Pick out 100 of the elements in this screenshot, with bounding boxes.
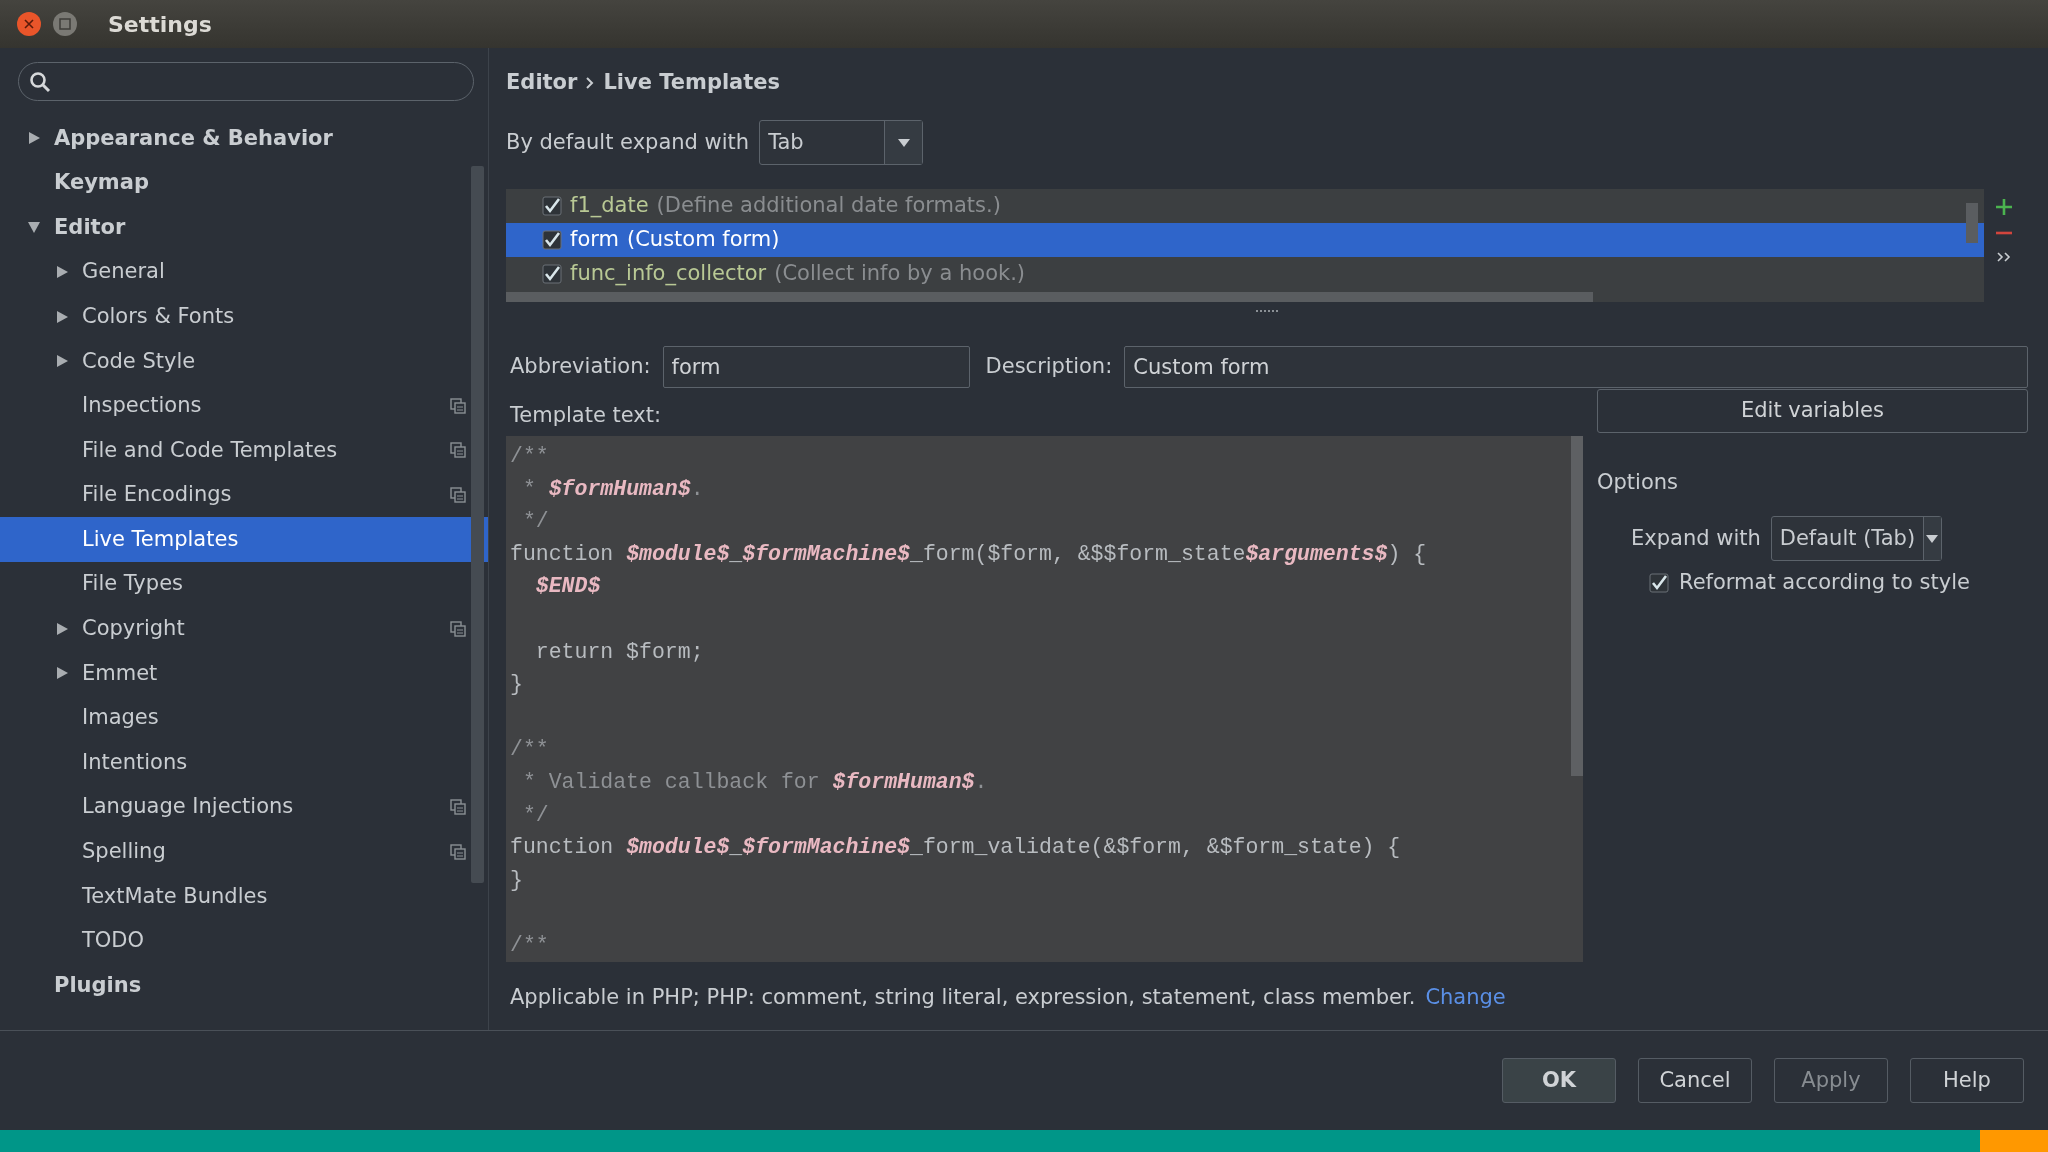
edit-variables-button[interactable]: Edit variables [1597,388,2028,433]
code-line: * Validate callback for $formHuman$. [521,768,989,796]
tree-label: Inspections [82,392,202,420]
checkbox[interactable] [1649,573,1669,593]
expand-dropdown[interactable]: Default (Tab) [1770,516,1942,562]
tree-label: Images [82,704,159,732]
dialog-button[interactable]: Help [1910,1058,2024,1103]
code-line: */ [521,508,550,536]
tree-item[interactable]: Inspections [0,383,488,429]
code-line: $END$ [534,573,602,601]
tree-label: Colors & Fonts [82,302,235,330]
search-icon [29,70,51,93]
tree-item[interactable]: File and Code Templates [0,428,488,473]
collapse-arrow-icon[interactable] [27,220,41,235]
applicable-text: Applicable in PHP; PHP: comment, string literal, expression, statement, class member. [510,984,1416,1011]
scrollbar[interactable] [471,166,484,883]
breadcrumb-item: Live Templates [603,69,781,97]
tree-label: TODO [82,927,145,955]
tree-item[interactable]: Copyright [0,606,488,652]
checkbox[interactable] [542,230,562,250]
expand-arrow-icon[interactable] [55,666,69,681]
caret-icon [896,137,911,148]
tree-label: TextMate Bundles [82,882,268,910]
field-label: By default expand with [506,128,750,156]
caret-icon [1925,533,1940,544]
field-label: Abbreviation: [510,353,651,381]
tree-label: File Encodings [82,481,232,509]
tree-item[interactable]: Live Templates [0,517,488,562]
tree-label: Intentions [82,748,188,776]
tree-label: Copyright [82,615,185,643]
code-line: * $formHuman$. [521,475,705,503]
dialog-button[interactable]: OK [1502,1058,1616,1103]
tree-item[interactable]: Spelling [0,829,488,875]
checkbox[interactable] [542,264,562,284]
section-title: Options [1597,468,1680,496]
tree-label: Live Templates [82,525,239,553]
expand-arrow-icon[interactable] [55,621,69,636]
template-row[interactable]: form (Custom form) [506,223,1984,257]
code-line: function $module$_$formMachine$_form($form, &$$form_state$arguments$) { [510,540,1428,568]
expand-arrow-icon[interactable] [55,354,69,369]
breadcrumb-item: Editor [506,69,578,97]
field-label: Description: [985,353,1113,381]
checkbox[interactable] [542,196,562,216]
code-line: */ [521,801,550,829]
tree-item[interactable]: TextMate Bundles [0,874,488,919]
tree-item[interactable]: Emmet [0,651,488,696]
abbreviation-field[interactable]: form [662,346,970,388]
tree-item[interactable]: Plugins [0,963,488,1008]
tree-label: Plugins [54,971,142,999]
window-title: Settings [108,10,212,39]
code-line: function $module$_$formMachine$_form_validate(&$form, &$form_state) { [510,834,1402,862]
tree-item[interactable]: Appearance & Behavior [0,116,488,161]
splitter-handle[interactable] [1255,308,1279,314]
code-editor[interactable] [506,436,1583,962]
code-line: } [510,866,524,894]
corner-block [1980,1130,2048,1152]
chevron-icon [585,75,596,91]
tree-label: Code Style [82,347,196,375]
tree-item[interactable]: Intentions [0,740,488,785]
expand-arrow-icon[interactable] [55,265,69,280]
scrollbar[interactable] [1571,436,1583,776]
change-link[interactable]: Change [1425,982,1506,1014]
expand-arrow-icon[interactable] [27,131,41,146]
code-line: return $form; [534,638,705,666]
tree-item[interactable]: Editor [0,205,488,250]
tree-item[interactable]: File Types [0,561,488,607]
tree-label: File and Code Templates [82,436,338,464]
field-label: Template text: [509,402,663,429]
template-row[interactable]: f1_date (Define additional date formats.) [506,189,1984,223]
dialog-button[interactable]: Cancel [1638,1058,1752,1103]
scrollbar[interactable] [506,292,1593,302]
checkbox-label: Reformat according to style [1679,569,1970,597]
tree-label: File Types [82,570,183,598]
tree-label: General [82,258,165,286]
field-label: Expand with [1631,525,1761,552]
tree-item[interactable]: Keymap [0,160,488,206]
code-line: /** [510,931,550,959]
add-icon[interactable] [1994,197,2014,217]
close-icon[interactable] [16,11,42,37]
expand-arrow-icon[interactable] [55,309,69,324]
code-line: } [510,671,524,699]
tree-item[interactable]: TODO [0,918,488,964]
tree-label: Emmet [82,659,158,687]
tree-item[interactable]: File Encodings [0,472,488,518]
tree-label: Appearance & Behavior [54,124,333,152]
tree-label: Keymap [54,169,149,197]
code-line: /** [510,443,550,470]
tree-label: Spelling [82,838,166,866]
tree-item[interactable]: Code Style [0,338,488,384]
expand-dropdown[interactable]: Tab [759,120,924,165]
scrollbar[interactable] [1966,203,1978,243]
template-row[interactable]: func_info_collector (Collect info by a hook.) [506,257,1984,291]
tree-item[interactable]: Language Injections [0,784,488,830]
tree-label: Editor [54,213,126,241]
minimize-icon[interactable] [52,11,78,37]
tree-item[interactable]: Images [0,695,488,741]
tree-item[interactable]: Colors & Fonts [0,294,488,339]
tree-item[interactable]: General [0,249,488,295]
code-line: /** [510,736,550,764]
description-field[interactable]: Custom form [1124,346,2028,388]
